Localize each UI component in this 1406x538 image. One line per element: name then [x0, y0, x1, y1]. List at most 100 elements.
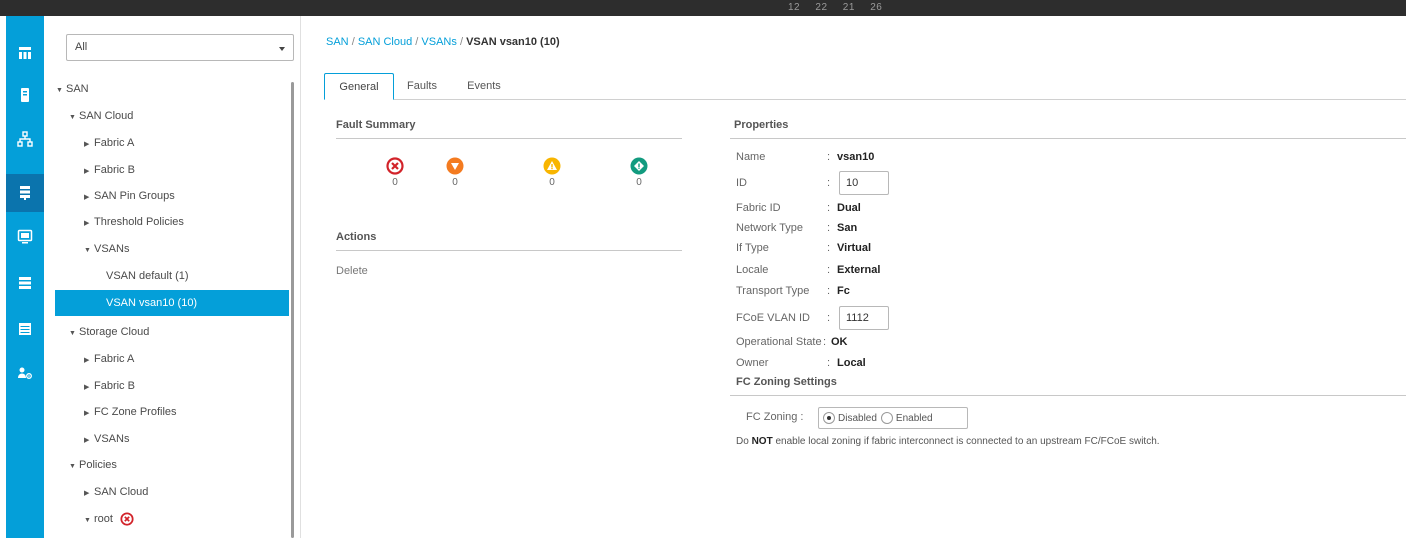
tree-filter-value: All	[75, 41, 88, 53]
left-navigation	[6, 16, 44, 538]
tree-node-vsans[interactable]: ▼ VSANs	[84, 236, 129, 262]
nav-equipment[interactable]	[6, 34, 44, 72]
tree-node-fabric-b[interactable]: ▶ Fabric B	[84, 157, 135, 183]
tree-node-vsan-default[interactable]: VSAN default (1)	[106, 263, 189, 289]
breadcrumb-vsans[interactable]: VSANs	[421, 36, 456, 48]
property-colon: :	[827, 242, 831, 254]
topbar-numbers: 12 22 21 26	[788, 2, 883, 13]
fc-zoning-note: Do NOT enable local zoning if fabric int…	[736, 436, 1160, 447]
tree-node-threshold-policies[interactable]: ▶ Threshold Policies	[84, 209, 184, 235]
property-if-type-label: If Type	[736, 242, 769, 254]
property-fcoe-vlan-id-label: FCoE VLAN ID	[736, 312, 810, 324]
section-divider	[730, 395, 1406, 396]
property-locale-label: Locale	[736, 264, 769, 276]
nav-storage[interactable]	[6, 264, 44, 302]
fc-zoning-disabled-radio[interactable]: Disabled	[823, 412, 877, 424]
property-if-type-value: Virtual	[837, 242, 872, 254]
nav-san[interactable]	[6, 174, 44, 212]
fault-count: 0	[636, 177, 642, 188]
breadcrumb-san-cloud[interactable]: SAN Cloud	[358, 36, 412, 48]
nav-lan[interactable]	[6, 120, 44, 158]
property-owner-label: Owner	[736, 357, 769, 369]
tab-events[interactable]: Events	[460, 73, 508, 100]
property-fabric-id-value: Dual	[837, 202, 861, 214]
tree-node-vsan-vsan10[interactable]: VSAN vsan10 (10)	[55, 290, 289, 316]
tree-node-storage-fabric-b[interactable]: ▶ Fabric B	[84, 373, 135, 399]
breadcrumb-current: VSAN vsan10 (10)	[466, 36, 560, 48]
properties-title: Properties	[734, 119, 789, 131]
nav-admin[interactable]	[6, 354, 44, 392]
fault-minor[interactable]: 0	[537, 157, 567, 188]
tree-node-label: FC Zone Profiles	[94, 406, 177, 418]
caret-right-icon: ▶	[84, 168, 90, 175]
radio-label: Disabled	[838, 412, 877, 424]
radio-label: Enabled	[895, 412, 933, 424]
section-divider	[336, 250, 682, 251]
property-name-value: vsan10	[837, 151, 875, 163]
tree-node-storage-fabric-a[interactable]: ▶ Fabric A	[84, 346, 134, 372]
tree-node-label: Policies	[79, 459, 117, 471]
fault-warning[interactable]: 0	[624, 157, 654, 188]
section-divider	[730, 138, 1406, 139]
property-colon: :	[827, 177, 831, 189]
nav-chassis[interactable]	[6, 310, 44, 348]
critical-fault-icon	[386, 157, 404, 175]
fault-count: 0	[452, 177, 458, 188]
tree-node-san-cloud[interactable]: ▼ SAN Cloud	[69, 103, 133, 129]
tree-node-root[interactable]: ▼ root	[84, 506, 134, 532]
tree-node-policies-san-cloud[interactable]: ▶ SAN Cloud	[84, 479, 148, 505]
caret-right-icon: ▶	[84, 490, 90, 497]
section-divider	[336, 138, 682, 139]
note-suffix: enable local zoning if fabric interconne…	[775, 436, 1160, 447]
tree-node-label: SAN Cloud	[94, 486, 149, 498]
caret-right-icon: ▶	[84, 194, 90, 201]
breadcrumb-san[interactable]: SAN	[326, 36, 349, 48]
tree-node-san-pin-groups[interactable]: ▶ SAN Pin Groups	[84, 183, 175, 209]
property-colon: :	[827, 264, 831, 276]
fc-zoning-enabled-radio[interactable]: Enabled	[880, 412, 933, 424]
fault-count: 0	[549, 177, 555, 188]
actions-title: Actions	[336, 231, 377, 243]
property-fabric-id-label: Fabric ID	[736, 202, 781, 214]
san-icon	[20, 186, 30, 200]
caret-down-icon: ▼	[84, 247, 91, 254]
caret-right-icon: ▶	[84, 437, 90, 444]
caret-right-icon: ▶	[84, 141, 90, 148]
fault-major[interactable]: 0	[440, 157, 470, 188]
tree-node-label: SAN Pin Groups	[94, 190, 175, 202]
tree-node-label: Fabric A	[94, 353, 135, 365]
tree-node-label: VSAN default (1)	[106, 270, 189, 282]
tree-node-label: root	[94, 513, 113, 525]
tree-filter-dropdown[interactable]: All	[66, 34, 294, 61]
property-transport-type-value: Fc	[837, 285, 850, 297]
caret-down-icon: ▼	[69, 463, 76, 470]
tab-general[interactable]: General	[324, 73, 394, 100]
tree-node-policies[interactable]: ▼ Policies	[69, 452, 117, 478]
delete-action-link[interactable]: Delete	[336, 265, 368, 277]
tree-node-label: VSAN vsan10 (10)	[106, 297, 198, 309]
tree-node-fc-zone-profiles[interactable]: ▶ FC Zone Profiles	[84, 399, 177, 425]
breadcrumb-separator: /	[415, 36, 419, 48]
fault-count: 0	[392, 177, 398, 188]
fcoe-vlan-id-input[interactable]: 1112	[839, 306, 889, 330]
breadcrumb-separator: /	[351, 36, 355, 48]
tab-faults[interactable]: Faults	[400, 73, 444, 100]
equipment-icon	[19, 47, 31, 59]
tree-node-fabric-a[interactable]: ▶ Fabric A	[84, 130, 134, 156]
nav-servers[interactable]	[6, 76, 44, 114]
nav-vm[interactable]	[6, 218, 44, 256]
tree-scrollbar[interactable]	[291, 82, 294, 538]
fault-critical[interactable]: 0	[380, 157, 410, 188]
property-colon: :	[823, 336, 827, 348]
fc-zoning-settings-title: FC Zoning Settings	[736, 376, 837, 388]
major-fault-icon	[446, 157, 464, 175]
id-input[interactable]: 10	[839, 171, 889, 195]
tree-node-label: Fabric B	[94, 380, 135, 392]
tree-node-storage-vsans[interactable]: ▶ VSANs	[84, 426, 129, 452]
tree-node-storage-cloud[interactable]: ▼ Storage Cloud	[69, 319, 149, 345]
caret-right-icon: ▶	[84, 384, 90, 391]
property-transport-type-label: Transport Type	[736, 285, 810, 297]
tree-node-san[interactable]: ▼ SAN	[56, 76, 89, 102]
tree-node-label: SAN Cloud	[79, 110, 134, 122]
vm-icon	[17, 229, 33, 244]
